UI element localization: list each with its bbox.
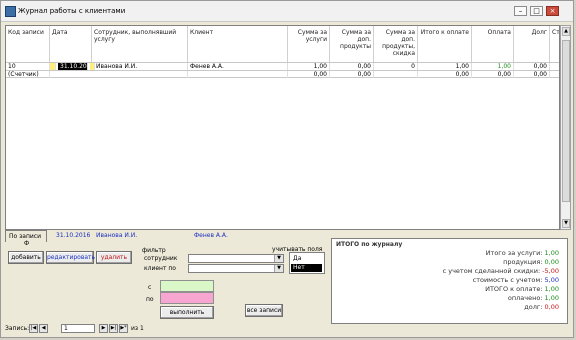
filter-panel: фильтр сотрудник ▼ клиент по ▼ учитывать… [138,242,328,320]
col-header-client[interactable]: Клиент [188,26,288,62]
filter-heading: фильтр [142,247,166,254]
from-label: с [148,284,152,291]
record-navigator: Запись: |◀ ◀ 1 ▶ ▶| ▶* из 1 [5,323,165,334]
close-button[interactable]: × [546,6,559,16]
cell-id: 10 [6,63,50,70]
row-marker [50,63,56,70]
last-record-icon[interactable]: ▶| [109,324,118,333]
cell-discount[interactable]: 0 [374,63,418,70]
cell-debt[interactable]: 0,00 [514,63,550,70]
record-label: Запись: [5,325,30,332]
cell-extra[interactable]: 0,00 [330,63,374,70]
col-header-extra-cut[interactable]: Ст [550,26,559,62]
list-item[interactable]: Нет [291,264,322,272]
scroll-up-icon[interactable]: ▲ [562,27,570,36]
first-record-icon[interactable]: |◀ [29,324,38,333]
col-header-debt[interactable]: Долг [514,26,550,62]
cell-total[interactable]: 1,00 [418,63,472,70]
scroll-thumb[interactable] [562,40,570,202]
filter-client-label: клиент по [144,265,176,272]
title-bar: Журнал работы с клиентами – □ × [1,1,573,22]
date-from-input[interactable] [160,280,214,292]
list-item[interactable]: Да [291,255,322,263]
totals-heading: ИТОГО по журналу [336,241,403,248]
col-header-total[interactable]: Итого к оплате [418,26,472,62]
delete-button[interactable]: удалить [96,251,132,264]
totals-line: продукция: 0,00 [503,258,559,266]
cell-employee[interactable] [50,71,188,78]
to-label: по [146,296,154,303]
tab-client: Фенев А.А. [194,232,228,239]
chevron-down-icon[interactable]: ▼ [274,265,283,272]
cell-employee[interactable]: Иванова И.И. [94,63,188,70]
totals-line: Итого за услуги: 1,00 [485,249,559,257]
cell-services[interactable]: 1,00 [288,63,330,70]
client-filter-combo[interactable]: ▼ [188,264,284,273]
totals-line: с учетом сделанной скидки: -5,00 [442,267,559,275]
scroll-down-icon[interactable]: ▼ [562,219,570,228]
col-header-date[interactable]: Дата [50,26,92,62]
filter-employee-label: сотрудник [144,255,178,262]
cell-client[interactable] [188,71,288,78]
maximize-button[interactable]: □ [530,6,543,16]
record-count: из 1 [131,325,144,332]
detail-tabs: По записи Ф 31.10.2016 Иванова И.И. Фене… [5,230,329,247]
totals-line: стоимость с учетом: 5,00 [472,276,559,284]
next-record-icon[interactable]: ▶ [99,324,108,333]
cell-payment[interactable]: 0,00 [472,71,514,78]
tab-sub[interactable]: Ф [21,238,32,250]
totals-line: ИТОГО к оплате: 1,00 [485,285,559,293]
add-button[interactable]: добавить [8,251,44,264]
journal-grid[interactable]: Код записи Дата Сотрудник, выполнявший у… [5,25,560,230]
tab-employee: Иванова И.И. [96,232,138,239]
prev-record-icon[interactable]: ◀ [39,324,48,333]
edit-button[interactable]: редактировать [46,251,95,264]
cell-payment[interactable]: 1,00 [472,63,514,70]
record-number-input[interactable]: 1 [61,324,95,333]
employee-filter-combo[interactable]: ▼ [188,254,284,263]
col-header-employee[interactable]: Сотрудник, выполнявший услугу [92,26,188,62]
cell-total[interactable]: 0,00 [418,71,472,78]
cell-id: (Счетчик) [6,71,50,78]
totals-line: оплачено: 1,00 [507,294,559,302]
cell-debt[interactable]: 0,00 [514,71,550,78]
col-header-id[interactable]: Код записи [6,26,50,62]
new-record-icon[interactable]: ▶* [119,324,128,333]
date-to-input[interactable] [160,292,214,304]
totals-line: долг: 0,00 [524,303,559,311]
col-header-extra[interactable]: Сумма за доп. продукты [330,26,374,62]
main-window: Журнал работы с клиентами – □ × Код запи… [0,0,574,338]
col-header-discount[interactable]: Сумма за доп. продукты, скидка [374,26,418,62]
table-row[interactable]: 10 31.10.2016 Иванова И.И. Фенев А.А. 1,… [6,62,559,70]
cell-discount[interactable] [374,71,418,78]
tab-date: 31.10.2016 [56,232,91,239]
grid-scrollbar[interactable]: ▲ ▼ [560,25,571,230]
cell-client[interactable]: Фенев А.А. [188,63,288,70]
cell-services[interactable]: 0,00 [288,71,330,78]
chevron-down-icon[interactable]: ▼ [274,255,283,262]
totals-panel: ИТОГО по журналу Итого за услуги: 1,00 пр… [331,238,568,324]
cell-extra[interactable]: 0,00 [330,71,374,78]
cell-date[interactable]: 31.10.2016 [58,63,88,70]
all-records-button[interactable]: все записи [245,304,283,317]
minimize-button[interactable]: – [514,6,527,16]
col-header-services[interactable]: Сумма за услуги [288,26,330,62]
apply-filter-button[interactable]: выполнить [160,306,214,319]
fields-listbox[interactable]: Да Нет [289,252,325,274]
window-title: Журнал работы с клиентами [18,7,126,15]
app-icon [5,6,16,17]
table-row[interactable]: (Счетчик) 0,00 0,00 0,00 0,00 0,00 [6,70,559,78]
col-header-payment[interactable]: Оплата [472,26,514,62]
